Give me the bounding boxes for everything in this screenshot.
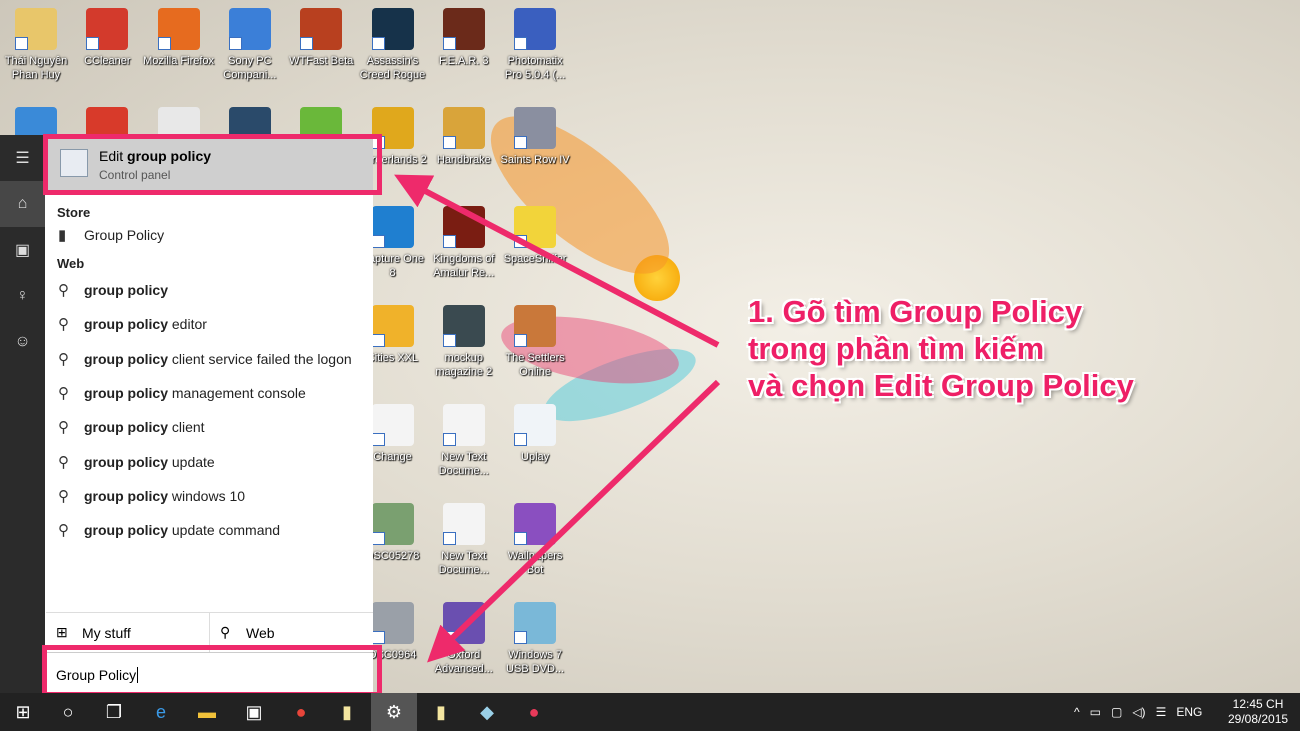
search-icon: ⚲ — [58, 316, 69, 334]
battery-icon[interactable]: ▭ — [1090, 705, 1101, 719]
volume-icon[interactable]: ◁) — [1132, 705, 1145, 719]
web-result[interactable]: ⚲ group policy windows 10 — [46, 479, 373, 513]
annotation-line: 1. Gõ tìm Group Policy — [748, 294, 1083, 329]
rest-text: editor — [168, 316, 207, 333]
clock[interactable]: 12:45 CH 29/08/2015 — [1228, 693, 1288, 731]
search-results: Edit group policy Control panel Store ▮ G… — [46, 135, 373, 693]
web-result[interactable]: ⚲ group policy — [46, 273, 373, 307]
feedback-icon[interactable]: ☺ — [0, 319, 45, 365]
bold-text: group policy — [84, 316, 168, 333]
bold-text: group policy — [84, 419, 168, 436]
start-button[interactable]: ⊞ — [0, 693, 46, 731]
hamburger-icon[interactable]: ☰ — [0, 135, 45, 181]
start-menu: ☰ ⌂ ▣ ♀ ☺ Edit group policy Control panel St… — [0, 135, 373, 693]
lightbulb-icon[interactable]: ♀ — [0, 273, 45, 319]
web-results: ⚲ group policy ⚲ group policy editor ⚲ group … — [46, 273, 373, 547]
store-item-group-policy[interactable]: ▮ Group Policy — [46, 220, 373, 250]
cortana-button[interactable]: ○ — [45, 693, 91, 731]
store-app-icon: ▮ — [58, 227, 67, 244]
notebook-icon[interactable]: ▣ — [0, 227, 45, 273]
show-hidden-icons-chevron-icon[interactable]: ^ — [1074, 705, 1080, 719]
web-header: Web — [57, 256, 85, 271]
store-header: Store — [57, 205, 91, 220]
bold-text: group policy — [84, 522, 168, 539]
search-icon: ⚲ — [58, 385, 69, 403]
app-icon[interactable]: ◆ — [464, 693, 510, 731]
rest-text: update command — [168, 522, 281, 539]
notepad-icon[interactable]: ▮ — [324, 693, 370, 731]
rest-text: management console — [168, 385, 306, 402]
search-icon: ⚲ — [58, 522, 69, 540]
rest-text: client service failed the logon — [168, 350, 352, 367]
edge-icon[interactable]: e — [138, 693, 184, 731]
web-result[interactable]: ⚲ group policy client — [46, 410, 373, 444]
web-result[interactable]: ⚲ group policy update — [46, 444, 373, 478]
annotation-line: trong phần tìm kiếm — [748, 331, 1045, 366]
taskbar: ⊞ ○ ❐ e ▬ ▣ ● ▮ ⚙ ▮ ◆ ● ^ ▭ ▢ ◁) ☰ ENG 1… — [0, 693, 1300, 731]
store-icon[interactable]: ▣ — [231, 693, 277, 731]
action-center-icon[interactable]: ☰ — [1156, 705, 1167, 719]
rest-text: update — [168, 453, 215, 470]
start-rail: ☰ ⌂ ▣ ♀ ☺ — [0, 135, 45, 693]
arrow-to-result — [394, 174, 720, 348]
file-explorer-icon[interactable]: ▬ — [184, 693, 230, 731]
chrome-icon[interactable]: ● — [278, 693, 324, 731]
task-view-button[interactable]: ❐ — [91, 693, 137, 731]
bold-text: group policy — [84, 385, 168, 402]
bold-text: group policy — [84, 453, 168, 470]
label: My stuff — [82, 624, 131, 641]
highlight-box — [43, 134, 382, 195]
sticky-notes-icon[interactable]: ▮ — [418, 693, 464, 731]
search-icon: ⚲ — [58, 487, 69, 505]
time: 12:45 CH — [1232, 697, 1284, 711]
search-icon: ⚲ — [58, 419, 69, 437]
home-icon[interactable]: ⌂ — [0, 181, 45, 227]
arrow-to-search — [427, 379, 721, 663]
windows-icon: ⊞ — [56, 624, 68, 640]
web-result[interactable]: ⚲ group policy update command — [46, 513, 373, 547]
highlight-box — [42, 645, 382, 697]
search-icon: ⚲ — [58, 350, 69, 368]
web-result[interactable]: ⚲ group policy editor — [46, 307, 373, 341]
rest-text: client — [168, 419, 205, 436]
web-result[interactable]: ⚲ group policy management console — [46, 376, 373, 410]
bold-text: group policy — [84, 282, 168, 299]
date: 29/08/2015 — [1228, 712, 1289, 726]
settings-icon[interactable]: ⚙ — [371, 693, 417, 731]
network-icon[interactable]: ▢ — [1111, 705, 1122, 719]
search-icon: ⚲ — [58, 282, 69, 300]
bold-text: group policy — [84, 487, 168, 504]
rest-text: windows 10 — [168, 487, 246, 504]
annotation-text: 1. Gõ tìm Group Policy trong phần tìm ki… — [748, 293, 1134, 404]
search-icon: ⚲ — [58, 453, 69, 471]
label: Web — [246, 624, 275, 641]
app-icon[interactable]: ● — [511, 693, 557, 731]
bold-text: group policy — [84, 350, 168, 367]
annotation-line: và chọn Edit Group Policy — [748, 368, 1134, 403]
search-icon: ⚲ — [220, 624, 231, 640]
label: Group Policy — [84, 227, 165, 243]
web-result[interactable]: ⚲ group policy client service failed the … — [46, 342, 373, 376]
language-indicator[interactable]: ENG — [1176, 705, 1202, 719]
